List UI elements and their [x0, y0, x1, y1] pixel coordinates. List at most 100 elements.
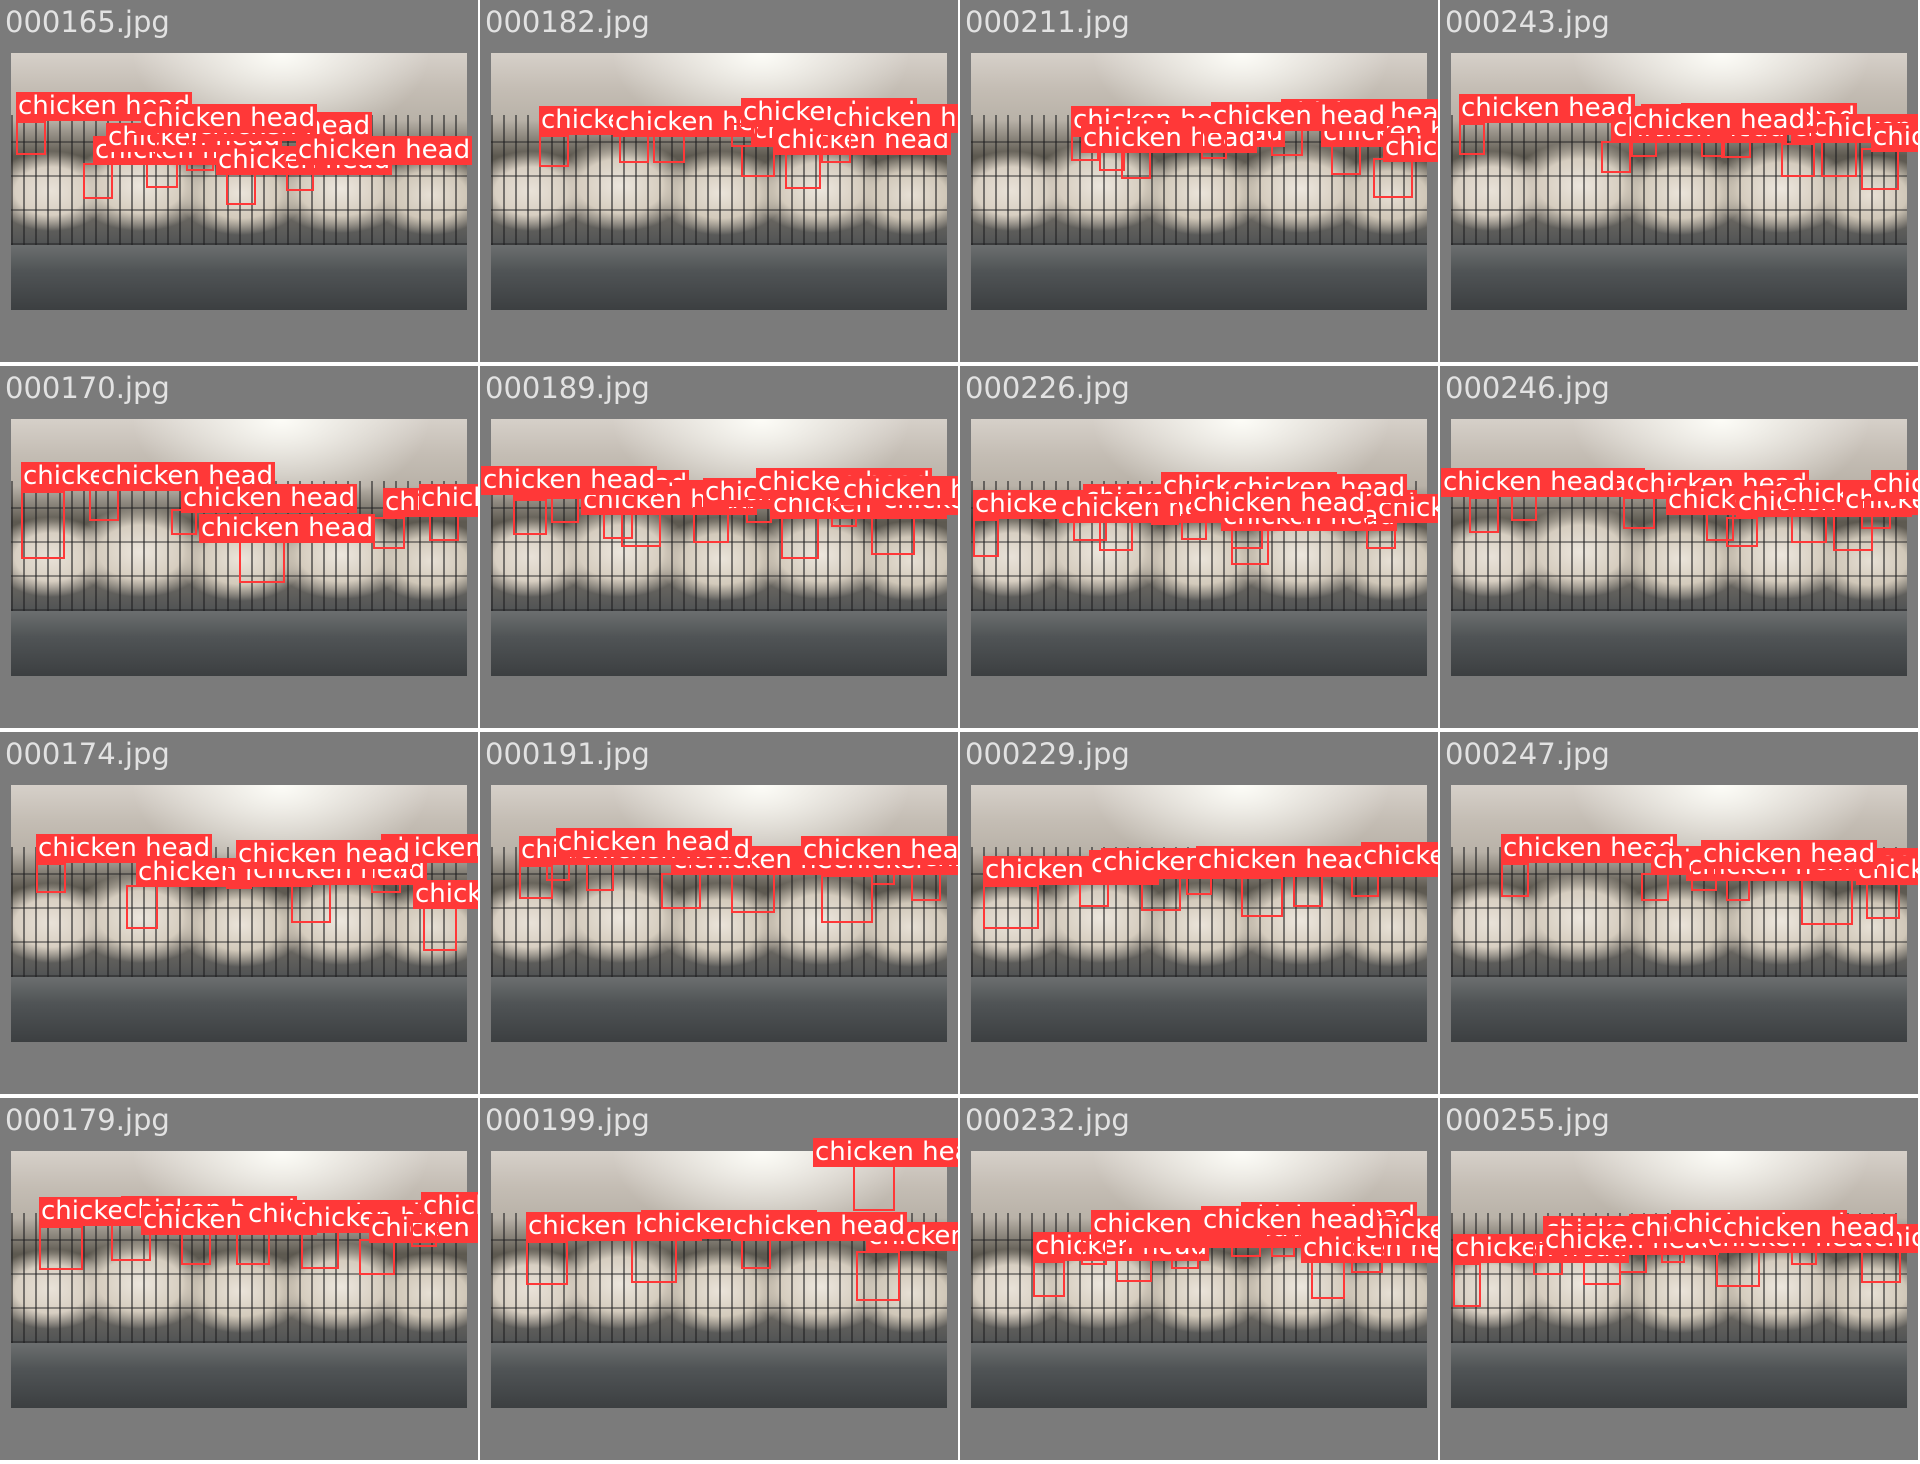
- detection-label: chicken head: [1441, 467, 1618, 497]
- detection-box: [226, 173, 256, 205]
- tile-filename: 000199.jpg: [485, 1103, 650, 1137]
- detection-box: [1861, 1249, 1901, 1283]
- prediction-tile: 000229.jpg chicken head chicken head chicke…: [960, 732, 1438, 1094]
- photo-trough: [491, 245, 947, 310]
- detection-box: [1861, 499, 1891, 529]
- detection-box: [741, 1239, 771, 1269]
- detection-label: chicken head: [1701, 839, 1878, 869]
- prediction-tile: 000243.jpgchicken headchicken headchicke…: [1440, 0, 1918, 362]
- prediction-tile: 000174.jpg chicken head chicken head chicke…: [0, 732, 478, 1094]
- detection-label: chicken head: [1201, 1205, 1378, 1235]
- tile-photo: [1451, 53, 1907, 310]
- detection-box: [1373, 158, 1413, 198]
- tile-filename: 000165.jpg: [5, 5, 170, 39]
- tile-filename: 000174.jpg: [5, 737, 170, 771]
- detection-label: chicken head: [199, 513, 376, 543]
- photo-trough: [11, 245, 467, 310]
- prediction-tile: 000199.jpg chicken head chicken head chicke…: [480, 1098, 958, 1460]
- detection-label: chicken head: [556, 827, 733, 857]
- prediction-tile: 000165.jpgchicken headchicken headchicke…: [0, 0, 478, 362]
- detection-box: [1791, 507, 1827, 543]
- detection-label: chicken head: [801, 836, 958, 865]
- tile-photo: [1451, 1151, 1907, 1408]
- detection-box: [741, 145, 775, 177]
- detection-box: [856, 1251, 900, 1301]
- detection-label: chicken head: [1871, 123, 1918, 152]
- detection-label: chicken head: [236, 839, 413, 869]
- detection-box: [526, 1241, 568, 1285]
- detection-box: [661, 873, 701, 909]
- tile-photo: [11, 785, 467, 1042]
- detection-box: [911, 869, 941, 901]
- detection-label: chicken head: [296, 135, 473, 165]
- detection-box: [423, 907, 457, 951]
- detection-box: [89, 489, 119, 521]
- detection-label: chicken head: [141, 103, 318, 133]
- detection-box: [1583, 1251, 1621, 1285]
- detection-box: [239, 539, 285, 583]
- detection-label: chicken head: [1361, 842, 1438, 871]
- detection-box: [1791, 1241, 1817, 1265]
- prediction-tile: 000191.jpg chicken head chicken head chicke…: [480, 732, 958, 1094]
- photo-trough: [491, 977, 947, 1042]
- detection-box: [871, 863, 895, 885]
- detection-box: [1116, 1246, 1152, 1282]
- detection-label: chicken head: [813, 1138, 958, 1167]
- detection-box: [1459, 123, 1485, 155]
- detection-box: [1701, 133, 1725, 157]
- detection-label: chicken head: [1459, 93, 1636, 123]
- detection-box: [619, 133, 649, 163]
- detection-box: [746, 497, 772, 523]
- detection-box: [1331, 145, 1361, 175]
- tile-filename: 000170.jpg: [5, 371, 170, 405]
- prediction-tile: 000232.jpgchicken headchicken headchicke…: [960, 1098, 1438, 1460]
- detection-box: [1619, 1243, 1647, 1273]
- detection-box: [429, 511, 459, 541]
- detection-box: [785, 153, 821, 189]
- detection-box: [1821, 141, 1857, 177]
- prediction-tile: 000189.jpgchicken headchicken headchicke…: [480, 366, 958, 728]
- detection-box: [1099, 519, 1133, 551]
- detection-box: [513, 499, 547, 535]
- detection-box: [1623, 497, 1655, 529]
- detection-box: [21, 491, 65, 559]
- detection-box: [731, 871, 775, 913]
- detection-box: [1351, 871, 1379, 897]
- detection-box: [1121, 149, 1151, 179]
- detection-box: [1271, 128, 1303, 156]
- detection-box: [781, 517, 819, 559]
- detection-box: [693, 507, 729, 543]
- detection-box: [1311, 1261, 1345, 1299]
- photo-trough: [1451, 1343, 1907, 1408]
- detection-box: [1861, 148, 1899, 190]
- prediction-tile: 000170.jpgchicken headchicken headchicke…: [0, 366, 478, 728]
- detection-label: chicken head: [419, 484, 478, 513]
- detection-label: chicken head: [1721, 1213, 1898, 1243]
- photo-trough: [11, 977, 467, 1042]
- detection-box: [1271, 1233, 1295, 1257]
- detection-label: chicken head: [1631, 105, 1808, 135]
- detection-box: [1141, 873, 1181, 911]
- photo-trough: [491, 1343, 947, 1408]
- detection-label: chicken head: [1191, 488, 1368, 518]
- tile-filename: 000255.jpg: [1445, 1103, 1610, 1137]
- tile-filename: 000232.jpg: [965, 1103, 1130, 1137]
- detection-box: [411, 1221, 437, 1247]
- detection-label: chicken head: [1211, 101, 1388, 131]
- detection-box: [1081, 1239, 1107, 1265]
- detection-box: [1241, 877, 1283, 917]
- photo-trough: [1451, 977, 1907, 1042]
- tile-photo: [11, 1151, 467, 1408]
- detection-box: [181, 1231, 211, 1265]
- tile-filename: 000191.jpg: [485, 737, 650, 771]
- detection-box: [359, 1239, 395, 1275]
- photo-trough: [11, 611, 467, 676]
- detection-box: [1866, 883, 1900, 919]
- detection-box: [1366, 519, 1396, 549]
- detection-box: [373, 517, 405, 549]
- detection-box: [1293, 875, 1323, 907]
- detection-box: [286, 161, 314, 191]
- photo-trough: [971, 245, 1427, 310]
- prediction-tile: 000211.jpgchicken headchicken headchicke…: [960, 0, 1438, 362]
- detection-box: [1079, 877, 1109, 907]
